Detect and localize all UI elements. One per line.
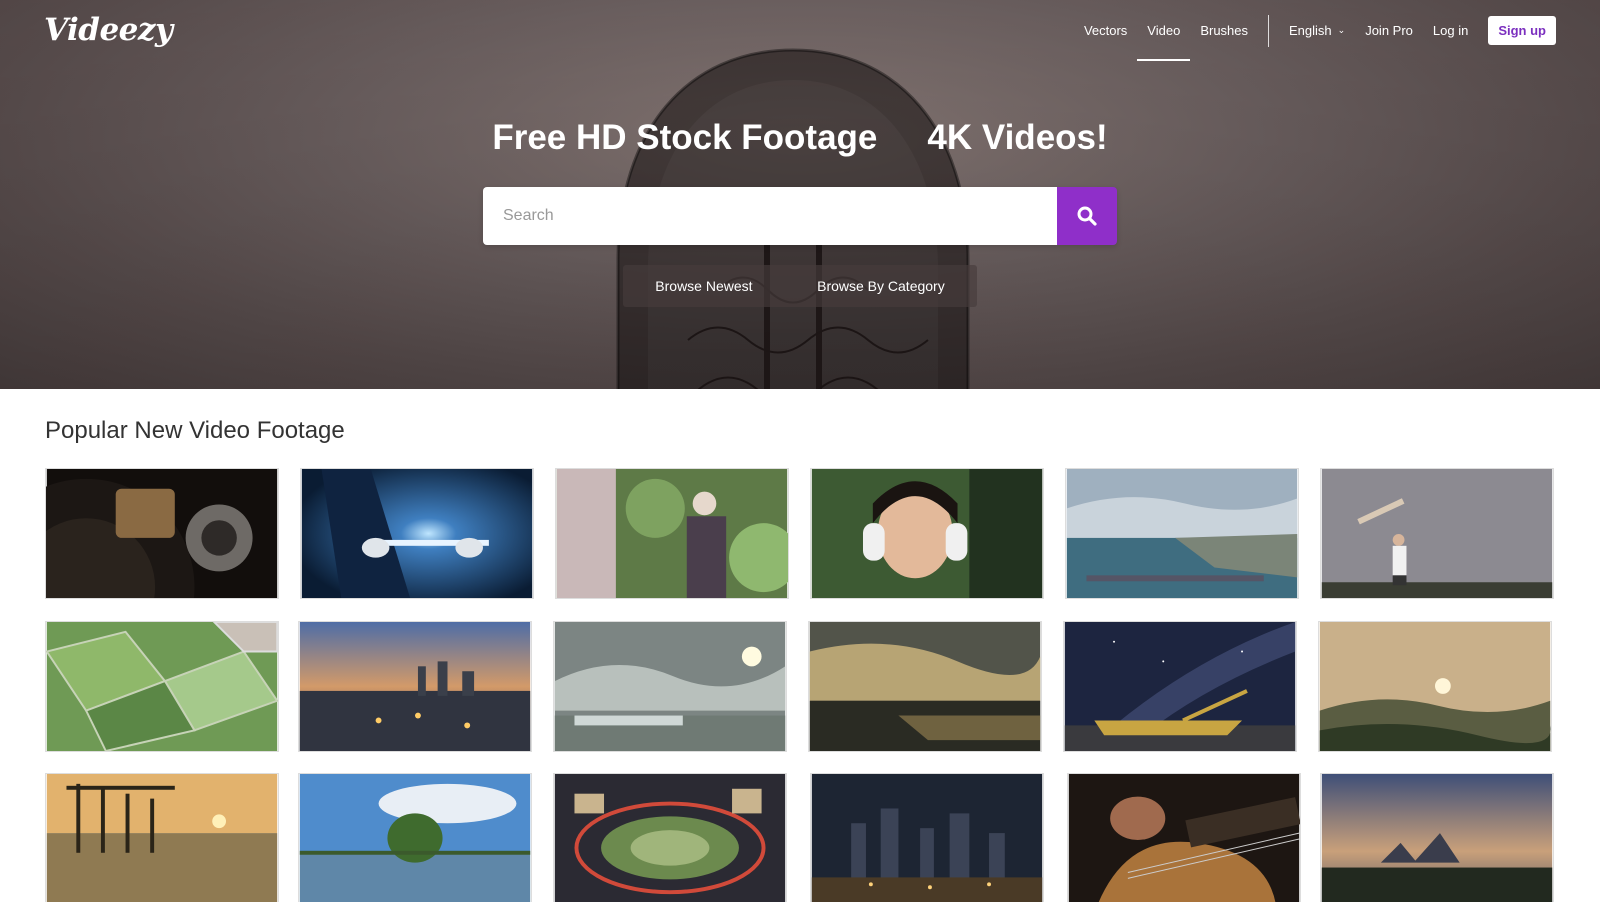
thumbnail-woman-in-garden[interactable] <box>555 468 789 599</box>
hero-title-left: Free HD Stock Footage <box>492 118 878 157</box>
nav-divider <box>1268 14 1270 47</box>
thumbnail-city-skyline-night[interactable] <box>810 773 1044 902</box>
search-input[interactable] <box>483 187 1057 245</box>
thumbnail-image <box>46 622 278 751</box>
thumbnail-hands-holding-tablet-glow[interactable] <box>300 468 534 599</box>
search-bar <box>483 187 1117 245</box>
thumbnail-tree-island-in-lake[interactable] <box>298 773 532 902</box>
thumbnail-image <box>46 469 278 598</box>
thumbnail-pier-at-sunset[interactable] <box>45 773 279 902</box>
thumbnail-image <box>1064 622 1296 751</box>
search-button[interactable] <box>1057 187 1117 245</box>
signup-button[interactable]: Sign up <box>1488 16 1556 45</box>
browse-newest-button[interactable]: Browse Newest <box>643 278 764 294</box>
thumbnail-sunrise-over-islands[interactable] <box>1320 773 1554 902</box>
thumbnail-roundabout-night-traffic[interactable] <box>553 773 787 902</box>
browse-category-button[interactable]: Browse By Category <box>805 278 957 294</box>
thumbnail-image <box>299 774 531 902</box>
hero-banner: Videezy Vectors Video Brushes English ⌄ … <box>0 0 1600 389</box>
section-title: Popular New Video Footage <box>45 417 345 444</box>
language-selector[interactable]: English ⌄ <box>1289 0 1345 61</box>
thumbnail-city-skyline-dusk[interactable] <box>298 621 532 752</box>
thumbnail-sun-over-marsh-clouds[interactable] <box>553 621 787 752</box>
thumbnail-man-with-model-plane[interactable] <box>1320 468 1554 599</box>
thumbnail-image <box>299 622 531 751</box>
thumbnail-image <box>1321 774 1553 902</box>
thumbnail-image <box>554 622 786 751</box>
thumbnail-girl-with-headphones[interactable] <box>810 468 1044 599</box>
nav-vectors[interactable]: Vectors <box>1084 0 1127 61</box>
thumbnail-image <box>1066 469 1298 598</box>
thumbnail-vinyl-record-player[interactable] <box>45 468 279 599</box>
search-icon <box>1077 206 1097 226</box>
thumbnail-image <box>301 469 533 598</box>
thumbnail-image <box>811 774 1043 902</box>
thumbnail-image <box>811 469 1043 598</box>
videezy-logo[interactable]: Videezy <box>44 12 173 48</box>
thumbnail-misty-mountain-sunrise[interactable] <box>1318 621 1552 752</box>
thumbnail-sunset-over-river[interactable] <box>808 621 1042 752</box>
thumbnail-acoustic-guitar-closeup[interactable] <box>1067 773 1301 902</box>
thumbnail-aerial-green-fields[interactable] <box>45 621 279 752</box>
join-pro-link[interactable]: Join Pro <box>1365 0 1413 61</box>
nav-brushes[interactable]: Brushes <box>1200 0 1248 61</box>
thumbnail-image <box>46 774 278 902</box>
browse-bar: Browse Newest Browse By Category <box>623 265 977 307</box>
chevron-down-icon: ⌄ <box>1337 25 1346 35</box>
login-link[interactable]: Log in <box>1433 0 1468 61</box>
thumbnail-image <box>556 469 788 598</box>
thumbnail-image <box>1321 469 1553 598</box>
thumbnail-image <box>554 774 786 902</box>
top-nav: Vectors Video Brushes English ⌄ Join Pro… <box>1064 0 1556 61</box>
nav-video[interactable]: Video <box>1137 0 1191 61</box>
thumbnail-image <box>1319 622 1551 751</box>
thumbnail-image <box>809 622 1041 751</box>
language-label: English <box>1289 23 1332 38</box>
thumbnail-milky-way-over-boat[interactable] <box>1063 621 1297 752</box>
thumbnail-image <box>1068 774 1300 902</box>
thumbnail-coastal-city-bay[interactable] <box>1065 468 1299 599</box>
hero-title: Free HD Stock Footage 4K Videos! <box>0 118 1600 158</box>
hero-title-right: 4K Videos! <box>927 118 1108 157</box>
